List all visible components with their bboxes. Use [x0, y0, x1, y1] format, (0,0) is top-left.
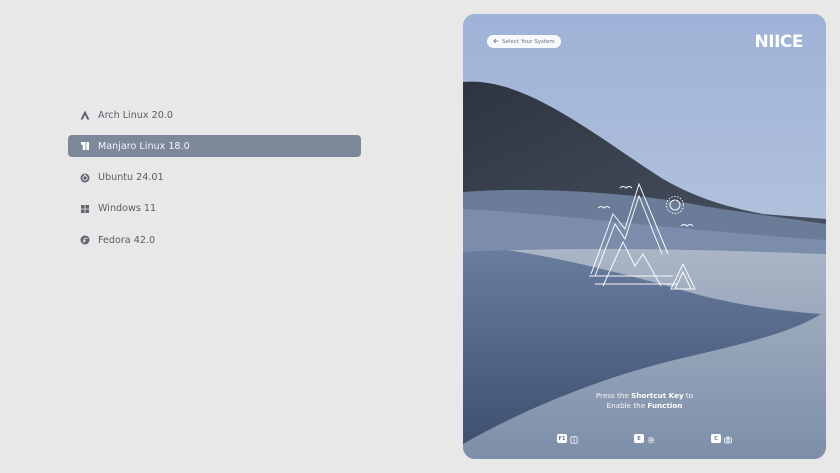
- preview-panel: Select Your System NIICE Press the Short…: [463, 14, 826, 459]
- key-cap: F1: [557, 434, 567, 443]
- hint-text: Press the: [595, 391, 632, 400]
- fedora-icon: [79, 235, 90, 246]
- hint-text: Enable the: [606, 401, 648, 410]
- shortcut-info[interactable]: F1: [557, 429, 578, 448]
- arrow-left-icon: [493, 38, 499, 46]
- select-system-button[interactable]: Select Your System: [487, 35, 561, 48]
- menu-item-manjaro[interactable]: Manjaro Linux 18.0: [68, 135, 361, 158]
- shortcut-keys: F1 E C: [463, 429, 826, 448]
- menu-item-arch[interactable]: Arch Linux 20.0: [68, 104, 361, 126]
- boot-menu-screen: Arch Linux 20.0 Manjaro Linux 18.0 Ubunt…: [0, 0, 840, 473]
- arch-icon: [79, 110, 90, 121]
- manjaro-icon: [79, 141, 90, 152]
- menu-item-fedora[interactable]: Fedora 42.0: [68, 229, 361, 251]
- menu-item-label: Ubuntu 24.01: [98, 172, 164, 184]
- menu-item-label: Manjaro Linux 18.0: [98, 140, 190, 152]
- camera-icon: [724, 429, 732, 448]
- select-system-label: Select Your System: [502, 38, 555, 45]
- menu-item-label: Arch Linux 20.0: [98, 109, 173, 121]
- menu-item-label: Windows 11: [98, 203, 157, 215]
- hint-bold-text: Shortcut Key: [631, 391, 684, 400]
- ubuntu-icon: [79, 172, 90, 183]
- hint-bold-text: Function: [647, 401, 683, 410]
- windows-icon: [79, 203, 90, 214]
- hint-text: to: [683, 391, 694, 400]
- system-list: Arch Linux 20.0 Manjaro Linux 18.0 Ubunt…: [68, 104, 361, 260]
- menu-item-windows[interactable]: Windows 11: [68, 198, 361, 220]
- brand-logo: NIICE: [754, 32, 804, 52]
- info-icon: [570, 429, 578, 448]
- shortcut-hint: Press the Shortcut Key to Enable the Fun…: [463, 391, 826, 411]
- key-cap: C: [711, 434, 721, 443]
- menu-item-label: Fedora 42.0: [98, 234, 156, 246]
- shortcut-settings[interactable]: E: [634, 429, 655, 448]
- key-cap: E: [634, 434, 644, 443]
- menu-item-ubuntu[interactable]: Ubuntu 24.01: [68, 167, 361, 189]
- settings-icon: [647, 429, 655, 448]
- shortcut-camera[interactable]: C: [711, 429, 732, 448]
